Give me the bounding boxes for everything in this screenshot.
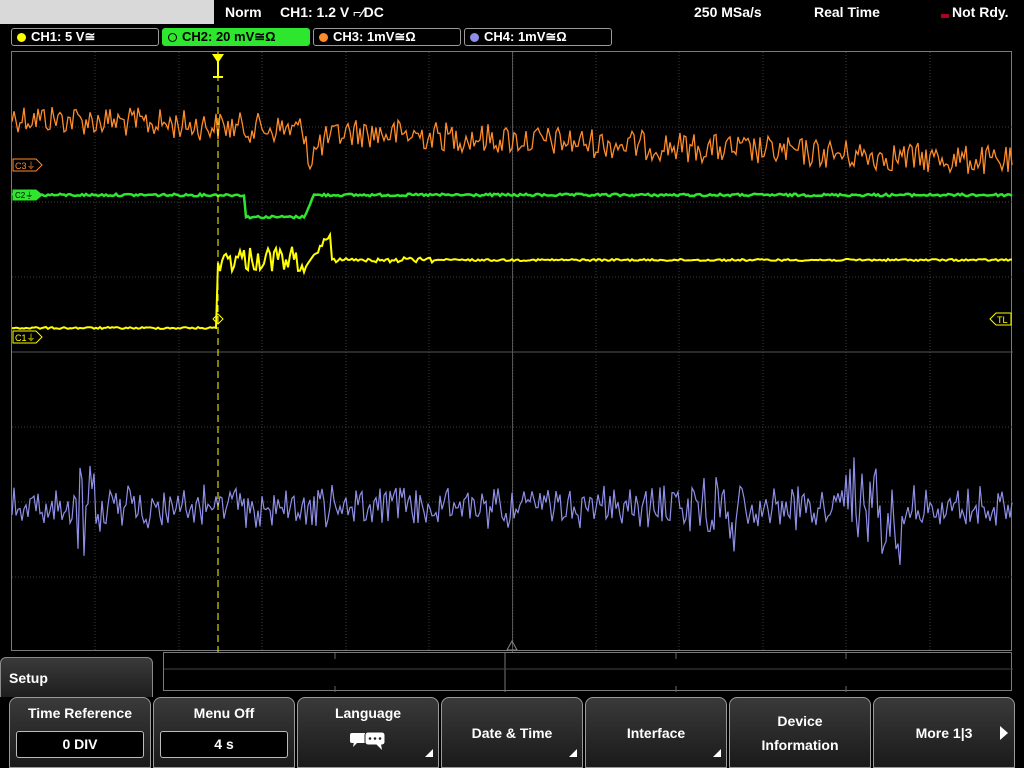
channel-label: CH3: 1mV≅Ω bbox=[333, 29, 416, 44]
time-reference-value[interactable]: 0 DIV bbox=[16, 731, 144, 758]
channel-label: CH1: 5 V≅ bbox=[31, 29, 96, 44]
softkey-time-reference[interactable]: Time Reference 0 DIV bbox=[9, 697, 151, 768]
softkey-date-time[interactable]: Date & Time bbox=[441, 697, 583, 768]
softkey-label: Device Information bbox=[761, 712, 839, 753]
ch1-marker-label: C1⏚ bbox=[15, 333, 36, 343]
ch3-ground-marker[interactable]: C3⏚ bbox=[12, 158, 43, 172]
softkey-interface[interactable]: Interface bbox=[585, 697, 727, 768]
waveform-display[interactable]: C3⏚ C2⏚ C1⏚ TL bbox=[11, 51, 1013, 652]
info-strip bbox=[163, 652, 1013, 692]
trigger-mode[interactable]: Norm bbox=[225, 0, 262, 24]
ch1-ground-marker[interactable]: C1⏚ bbox=[12, 330, 43, 344]
softkey-label: Time Reference bbox=[27, 705, 132, 721]
ch2-ground-marker[interactable]: C2⏚ bbox=[12, 189, 43, 201]
menu-off-value[interactable]: 4 s bbox=[160, 731, 288, 758]
softkey-label: More 1|3 bbox=[915, 724, 973, 741]
channel-tab-ch3[interactable]: CH3: 1mV≅Ω bbox=[313, 28, 461, 46]
acquisition-mode: Real Time bbox=[814, 4, 880, 20]
softkey-label: Date & Time bbox=[471, 724, 553, 741]
trigger-level-label: TL bbox=[997, 315, 1008, 325]
trigger-info[interactable]: CH1: 1.2 V ⌐⁄DC bbox=[280, 0, 384, 24]
softkey-language[interactable]: Language bbox=[297, 697, 439, 768]
ch3-color-dot-icon bbox=[319, 32, 328, 42]
next-page-arrow-icon bbox=[1000, 726, 1008, 740]
timebase-box[interactable]: TB: 500 ns T: 1.47 µs bbox=[0, 0, 214, 44]
menu-title: Setup bbox=[9, 670, 48, 686]
ch4-color-dot-icon bbox=[470, 32, 479, 42]
ch3-marker-label: C3⏚ bbox=[15, 161, 36, 171]
speech-bubbles-icon bbox=[350, 731, 386, 750]
status-indicator-icon bbox=[941, 14, 949, 18]
softkey-label: Interface bbox=[626, 724, 686, 741]
softkey-label: Menu Off bbox=[193, 705, 255, 721]
channel-tab-ch1[interactable]: CH1: 5 V≅ bbox=[11, 28, 159, 46]
softkey-label: Language bbox=[334, 705, 402, 721]
softkey-device-information[interactable]: Device Information bbox=[729, 697, 871, 768]
softkey-menu-off[interactable]: Menu Off 4 s bbox=[153, 697, 295, 768]
sample-rate: 250 MSa/s bbox=[694, 4, 762, 20]
channel-tab-ch4[interactable]: CH4: 1mV≅Ω bbox=[464, 28, 612, 46]
trigger-position-marker-icon[interactable] bbox=[212, 54, 224, 78]
trigger-status: Not Rdy. bbox=[952, 4, 1009, 20]
submenu-indicator-icon bbox=[425, 749, 433, 757]
ch2-color-dot-icon bbox=[168, 32, 177, 42]
submenu-indicator-icon bbox=[713, 749, 721, 757]
channel-tab-ch2[interactable]: CH2: 20 mV≅Ω bbox=[162, 28, 310, 46]
ch1-color-dot-icon bbox=[17, 32, 26, 42]
ch2-marker-label: C2⏚ bbox=[15, 191, 33, 200]
menu-title-tab: Setup bbox=[0, 657, 153, 697]
status-bar: TB: 500 ns T: 1.47 µs Norm CH1: 1.2 V ⌐⁄… bbox=[0, 0, 1024, 44]
channel-label: CH2: 20 mV≅Ω bbox=[182, 29, 276, 44]
channel-label: CH4: 1mV≅Ω bbox=[484, 29, 567, 44]
submenu-indicator-icon bbox=[569, 749, 577, 757]
softkey-more[interactable]: More 1|3 bbox=[873, 697, 1015, 768]
trigger-level-marker[interactable]: TL bbox=[989, 312, 1012, 326]
waveform-canvas: C3⏚ C2⏚ C1⏚ TL bbox=[12, 52, 1013, 652]
